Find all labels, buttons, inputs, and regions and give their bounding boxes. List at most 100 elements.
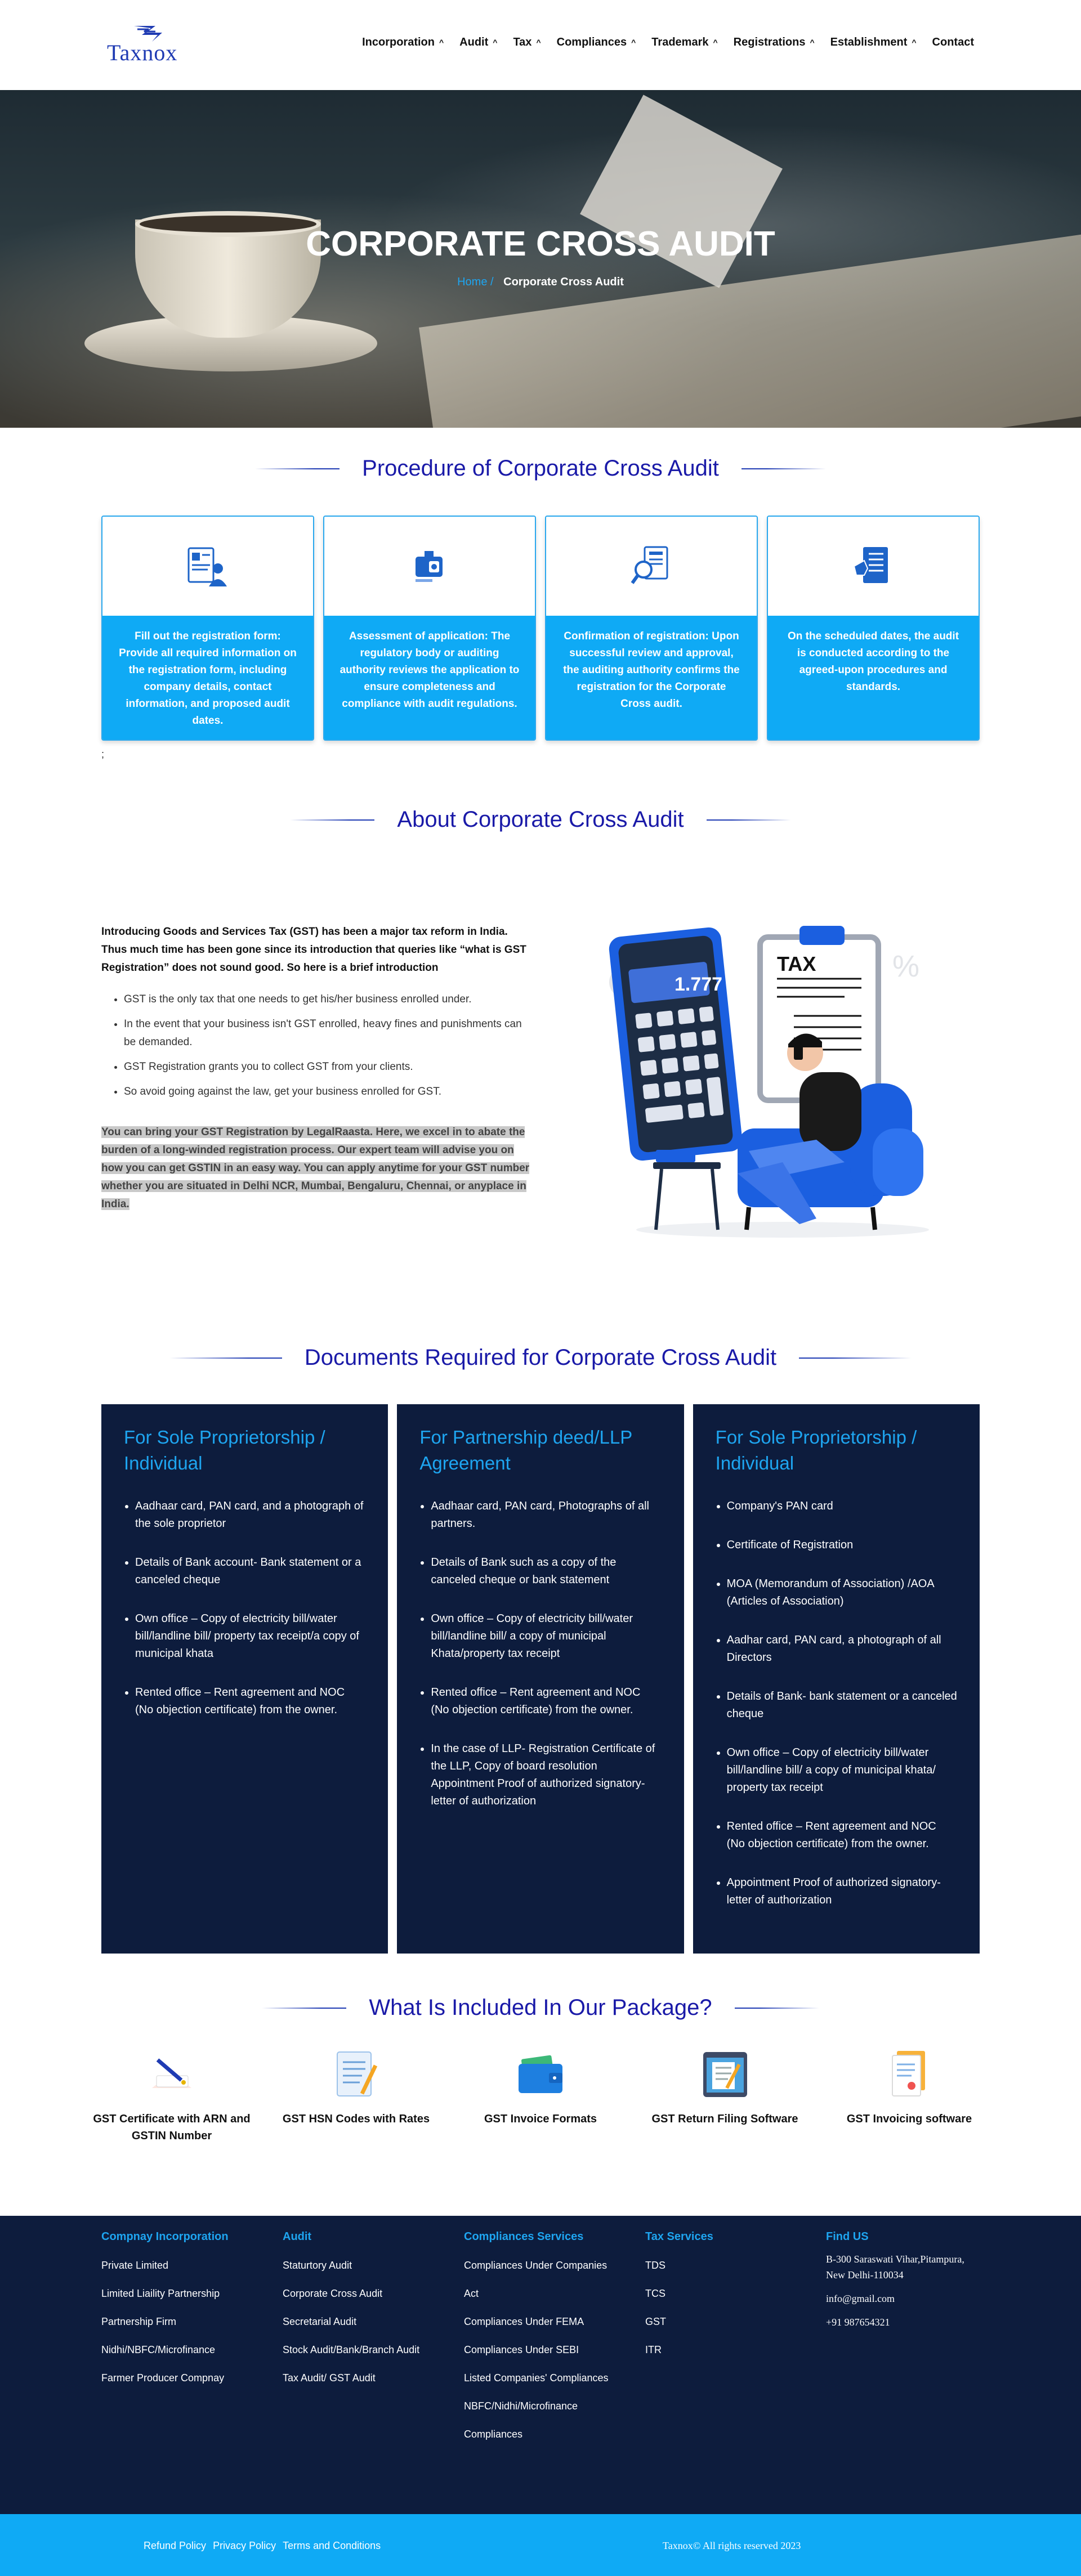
document-pencil-icon [336, 2051, 377, 2096]
package-icon-area [90, 2049, 253, 2099]
footer-link[interactable]: Compliances Under SEBI [464, 2336, 609, 2364]
documents-column: For Sole Proprietorship / Individual Aad… [101, 1404, 388, 1954]
footer-link[interactable]: ITR [645, 2336, 713, 2364]
footer-link[interactable]: Stock Audit/Bank/Branch Audit [283, 2336, 419, 2364]
documents-column: For Partnership deed/LLP Agreement Aadha… [397, 1404, 684, 1954]
terms-link[interactable]: Terms and Conditions [283, 2540, 381, 2552]
footer-link[interactable]: TDS [645, 2251, 713, 2279]
footer-link[interactable]: TCS [645, 2279, 713, 2308]
chevron-up-icon: ^ [810, 37, 815, 47]
package-item: GST HSN Codes with Rates [275, 2049, 438, 2144]
nav-item-audit[interactable]: Audit ^ [459, 36, 497, 49]
footer-heading: Tax Services [645, 2230, 713, 2243]
document-hand-icon [853, 547, 888, 583]
list-item: Own office – Copy of electricity bill/wa… [727, 1744, 957, 1797]
package-label: GST Invoice Formats [484, 2113, 597, 2125]
procedure-card: Fill out the registration form: Provide … [101, 516, 314, 741]
footer-link[interactable]: Act [464, 2279, 609, 2308]
footer-link[interactable]: Compliances Under FEMA [464, 2308, 609, 2336]
column-heading: For Sole Proprietorship / Individual [715, 1427, 917, 1473]
package-section-title: What Is Included In Our Package? [0, 1995, 1081, 2021]
nav-item-trademark[interactable]: Trademark ^ [651, 36, 717, 49]
chevron-up-icon: ^ [493, 37, 498, 47]
list-item: In the event that your business isn't GS… [124, 1015, 535, 1051]
nav-item-tax[interactable]: Tax ^ [513, 36, 540, 49]
list-item: Appointment Proof of authorized signator… [727, 1874, 957, 1909]
highlighted-text: You can bring your GST Registration by L… [101, 1126, 530, 1210]
list-item: Details of Bank such as a copy of the ca… [431, 1554, 661, 1589]
privacy-policy-link[interactable]: Privacy Policy [213, 2540, 276, 2552]
procedure-card: Assessment of application: The regulator… [323, 516, 536, 741]
card-icon-area [768, 517, 979, 616]
documents-section-title: Documents Required for Corporate Cross A… [0, 1345, 1081, 1370]
footer-link[interactable]: Limited Liaility Partnership [101, 2279, 229, 2308]
column-heading: For Partnership deed/LLP Agreement [419, 1427, 632, 1473]
divider [799, 1357, 912, 1359]
nav-item-establishment[interactable]: Establishment ^ [830, 36, 917, 49]
list-item: MOA (Memorandum of Association) /AOA (Ar… [727, 1575, 957, 1610]
section-heading: Procedure of Corporate Cross Audit [362, 456, 719, 481]
breadcrumb-home-link[interactable]: Home / [457, 276, 493, 288]
list-item: Company's PAN card [727, 1498, 957, 1515]
certificate-pen-icon [152, 2058, 191, 2088]
package-item: GST Certificate with ARN and GSTIN Numbe… [90, 2049, 253, 2144]
footer-phone[interactable]: +91 987654321 [826, 2314, 967, 2330]
refund-policy-link[interactable]: Refund Policy [144, 2540, 206, 2552]
nav-label: Trademark [651, 36, 709, 48]
footer-heading: Audit [283, 2230, 312, 2243]
list-item: Details of Bank- bank statement or a can… [727, 1688, 957, 1723]
footer-link[interactable]: GST [645, 2308, 713, 2336]
package-item: GST Return Filing Software [644, 2049, 807, 2144]
chevron-up-icon: ^ [536, 37, 541, 47]
column-heading: For Sole Proprietorship / Individual [124, 1427, 325, 1473]
procedure-cards: Fill out the registration form: Provide … [101, 516, 980, 741]
nav-item-registrations[interactable]: Registrations ^ [734, 36, 815, 49]
logo[interactable]: Taxnox [106, 23, 196, 65]
card-text: Confirmation of registration: Upon succe… [546, 616, 757, 740]
nav-item-incorporation[interactable]: Incorporation ^ [362, 36, 444, 49]
about-section-title: About Corporate Cross Audit [0, 807, 1081, 832]
package-label: GST Certificate with ARN and GSTIN Numbe… [93, 2113, 251, 2142]
procedure-section-title: Procedure of Corporate Cross Audit [0, 456, 1081, 481]
stray-semicolon: ; [101, 749, 105, 760]
footer-link[interactable]: Partnership Firm [101, 2308, 229, 2336]
footer-link[interactable]: Private Limited [101, 2251, 229, 2279]
list-item: Rented office – Rent agreement and NOC (… [135, 1684, 365, 1719]
site-footer: Compnay Incorporation Private Limited Li… [0, 2216, 1081, 2514]
footer-link[interactable]: Tax Audit/ GST Audit [283, 2364, 419, 2392]
percent-symbol: % [892, 949, 919, 983]
site-header: Taxnox Incorporation ^ Audit ^ Tax ^ Compli… [0, 0, 1081, 90]
divider [169, 1357, 282, 1359]
footer-link[interactable]: Staturtory Audit [283, 2251, 419, 2279]
package-icon-area [828, 2049, 991, 2099]
divider [262, 2007, 347, 2009]
footer-column: Compliances Services Compliances Under C… [464, 2230, 609, 2448]
nav-item-compliances[interactable]: Compliances ^ [557, 36, 636, 49]
card-icon-area [102, 517, 313, 616]
list-item: GST is the only tax that one needs to ge… [124, 991, 535, 1009]
monitor-document-icon [703, 2052, 747, 2097]
registration-form-icon [187, 547, 227, 586]
nav-item-contact[interactable]: Contact [932, 36, 974, 49]
footer-link[interactable]: Compliances [464, 2420, 609, 2448]
footer-link[interactable]: NBFC/Nidhi/Microfinance [464, 2392, 609, 2420]
footer-link[interactable]: Farmer Producer Compnay [101, 2364, 229, 2392]
section-heading: Documents Required for Corporate Cross A… [304, 1345, 777, 1370]
footer-heading: Find US [826, 2230, 869, 2243]
logo-text: Taxnox [107, 40, 178, 65]
list-item: In the case of LLP- Registration Certifi… [431, 1740, 661, 1810]
chevron-up-icon: ^ [912, 37, 917, 47]
footer-link[interactable]: Corporate Cross Audit [283, 2279, 419, 2308]
footer-link[interactable]: Nidhi/NBFC/Microfinance [101, 2336, 229, 2364]
invoice-icon [892, 2051, 925, 2096]
breadcrumb-current: Corporate Cross Audit [503, 276, 624, 288]
footer-link[interactable]: Compliances Under Companies [464, 2251, 609, 2279]
section-heading: What Is Included In Our Package? [369, 1995, 712, 2020]
documents-column: For Sole Proprietorship / Individual Com… [693, 1404, 980, 1954]
divider [706, 819, 791, 821]
footer-email[interactable]: info@gmail.com [826, 2291, 967, 2306]
footer-link[interactable]: Listed Companies' Compliances [464, 2364, 609, 2392]
main-nav: Incorporation ^ Audit ^ Tax ^ Compliances ^ … [362, 36, 974, 49]
page-title: CORPORATE CROSS AUDIT [306, 225, 775, 263]
footer-link[interactable]: Secretarial Audit [283, 2308, 419, 2336]
